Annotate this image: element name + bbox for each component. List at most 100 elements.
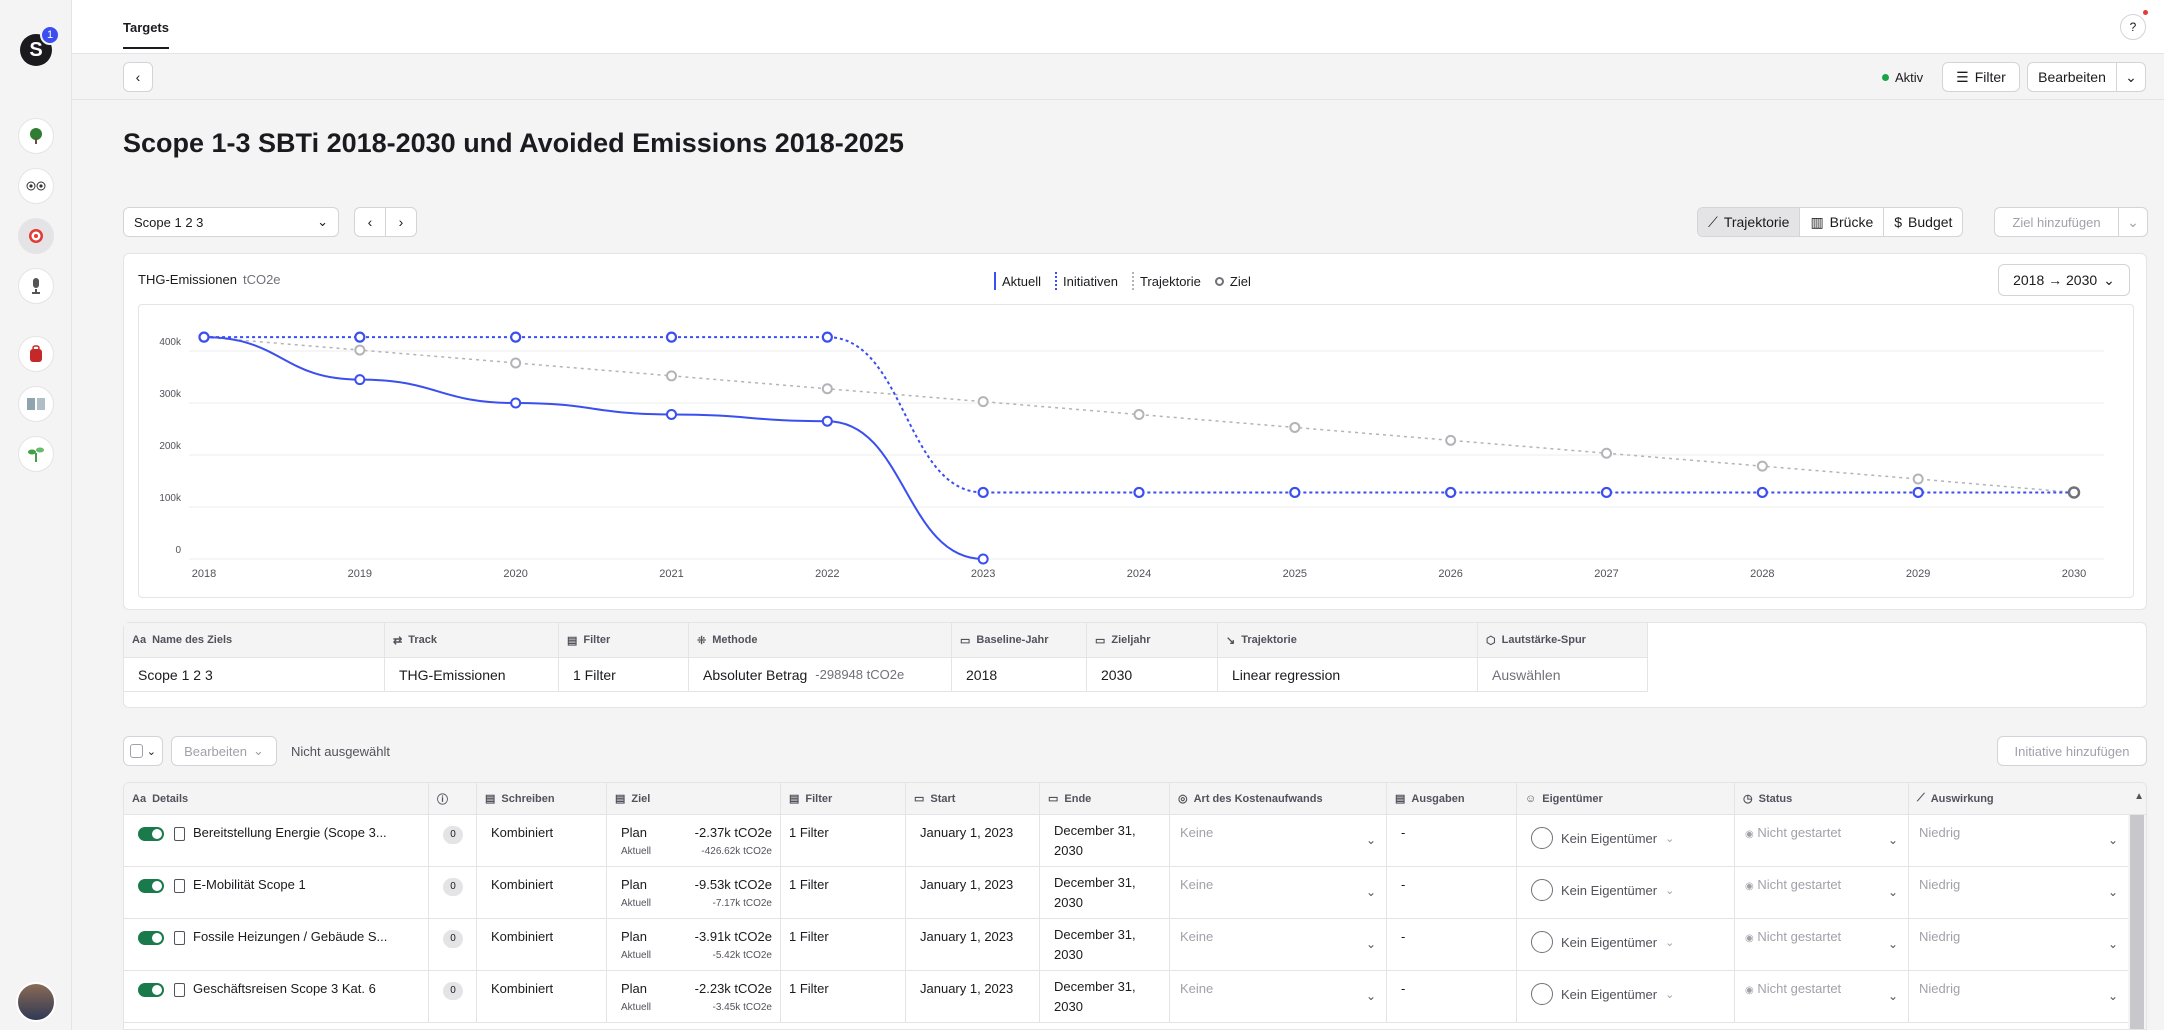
param-value[interactable]: 2030 (1087, 658, 1217, 692)
cell-impact[interactable]: Niedrig ⌄ (1909, 971, 2146, 1022)
table-row[interactable]: Fossile Heizungen / Gebäude S... 0 Kombi… (124, 919, 2146, 971)
next-goal-button[interactable]: › (385, 207, 417, 237)
cell-impact[interactable]: Niedrig ⌄ (1909, 919, 2146, 970)
table-scrollbar[interactable] (2128, 815, 2146, 1029)
initiative-name[interactable]: E-Mobilität Scope 1 (193, 877, 306, 892)
seedling-icon[interactable] (18, 436, 54, 472)
legend-trajektorie[interactable]: Trajektorie (1131, 272, 1201, 290)
cell-end[interactable]: December 31, 2030 (1040, 919, 1170, 970)
table-row[interactable]: E-Mobilität Scope 1 0 Kombiniert Plan -9.… (124, 867, 2146, 919)
view-trajektorie[interactable]: ⟋ Trajektorie (1698, 208, 1801, 236)
owner-picker[interactable]: Kein Eigentümer ⌄ (1531, 879, 1726, 901)
cell-impact[interactable]: Niedrig ⌄ (1909, 815, 2146, 866)
owner-picker[interactable]: Kein Eigentümer ⌄ (1531, 827, 1726, 849)
view-budget[interactable]: $ Budget (1884, 208, 1962, 236)
active-toggle[interactable] (138, 930, 164, 945)
cell-cost-type[interactable]: Keine ⌄ (1170, 815, 1387, 866)
owner-picker[interactable]: Kein Eigentümer ⌄ (1531, 983, 1726, 1005)
param-value[interactable]: Auswählen (1478, 658, 1647, 692)
select-all-checkbox[interactable]: ⌄ (123, 736, 163, 766)
cell-cost-type[interactable]: Keine ⌄ (1170, 919, 1387, 970)
col-cost-type[interactable]: ◎ Art des Kostenaufwands (1170, 783, 1387, 814)
year-range-select[interactable]: 2018 → 2030 ⌄ (1998, 264, 2130, 296)
col-goal[interactable]: ▤ Ziel (607, 783, 781, 814)
cell-owner[interactable]: Kein Eigentümer ⌄ (1517, 867, 1735, 918)
cell-goal[interactable]: Plan -2.37k tCO2e Aktuell -426.62k tCO2e (607, 815, 781, 866)
cell-spend[interactable]: - (1387, 867, 1517, 918)
param-value[interactable]: Scope 1 2 3 (124, 658, 384, 692)
cell-owner[interactable]: Kein Eigentümer ⌄ (1517, 971, 1735, 1022)
cell-start[interactable]: January 1, 2023 (906, 815, 1040, 866)
cell-spend[interactable]: - (1387, 971, 1517, 1022)
cell-filter[interactable]: 1 Filter (781, 867, 906, 918)
cell-end[interactable]: December 31, 2030 (1040, 867, 1170, 918)
filter-button[interactable]: ☰ Filter (1942, 62, 2020, 92)
col-write[interactable]: ▤ Schreiben (477, 783, 607, 814)
cell-goal[interactable]: Plan -9.53k tCO2e Aktuell -7.17k tCO2e (607, 867, 781, 918)
microphone-icon[interactable] (18, 268, 54, 304)
tab-targets[interactable]: Targets (123, 20, 169, 49)
cell-spend[interactable]: - (1387, 919, 1517, 970)
user-avatar[interactable] (16, 982, 56, 1022)
prev-goal-button[interactable]: ‹ (354, 207, 386, 237)
active-toggle[interactable] (138, 982, 164, 997)
cell-status[interactable]: ◉ Nicht gestartet ⌄ (1735, 815, 1909, 866)
cell-status[interactable]: ◉ Nicht gestartet ⌄ (1735, 919, 1909, 970)
cell-spend[interactable]: - (1387, 815, 1517, 866)
tree-icon[interactable] (18, 118, 54, 154)
edit-dropdown-button[interactable]: ⌄ (2116, 62, 2146, 92)
cell-write[interactable]: Kombiniert (477, 867, 607, 918)
col-filter[interactable]: ▤ Filter (781, 783, 906, 814)
cell-owner[interactable]: Kein Eigentümer ⌄ (1517, 815, 1735, 866)
col-info[interactable]: ⓘ (429, 783, 477, 814)
eyes-icon[interactable] (18, 168, 54, 204)
col-status[interactable]: ◷ Status (1735, 783, 1909, 814)
cell-write[interactable]: Kombiniert (477, 919, 607, 970)
cell-status[interactable]: ◉ Nicht gestartet ⌄ (1735, 867, 1909, 918)
initiative-name[interactable]: Geschäftsreisen Scope 3 Kat. 6 (193, 981, 376, 996)
cell-write[interactable]: Kombiniert (477, 815, 607, 866)
view-bruecke[interactable]: ▥ Brücke (1800, 208, 1885, 236)
book-icon[interactable] (18, 386, 54, 422)
param-value[interactable]: 1 Filter (559, 658, 688, 692)
backpack-icon[interactable] (18, 336, 54, 372)
cell-start[interactable]: January 1, 2023 (906, 919, 1040, 970)
back-button[interactable]: ‹ (123, 62, 153, 92)
cell-end[interactable]: December 31, 2030 (1040, 815, 1170, 866)
add-goal-button[interactable]: Ziel hinzufügen (1994, 207, 2119, 237)
cell-filter[interactable]: 1 Filter (781, 815, 906, 866)
cell-end[interactable]: December 31, 2030 (1040, 971, 1170, 1022)
add-goal-dropdown[interactable]: ⌄ (2118, 207, 2148, 237)
target-icon[interactable] (18, 218, 54, 254)
cell-start[interactable]: January 1, 2023 (906, 867, 1040, 918)
table-row[interactable]: Geschäftsreisen Scope 3 Kat. 6 0 Kombini… (124, 971, 2146, 1023)
legend-aktuell[interactable]: Aktuell (994, 272, 1041, 290)
sort-up-icon[interactable]: ▲ (2134, 791, 2144, 802)
table-row[interactable]: Bereitstellung Energie (Scope 3... 0 Kom… (124, 815, 2146, 867)
col-end[interactable]: ▭ Ende (1040, 783, 1170, 814)
col-details[interactable]: Aa Details (124, 783, 429, 814)
legend-initiativen[interactable]: Initiativen (1055, 272, 1118, 290)
col-impact[interactable]: ⟋ Auswirkung ▲ (1909, 783, 2146, 814)
param-value[interactable]: Linear regression (1218, 658, 1477, 692)
param-value[interactable]: 2018 (952, 658, 1086, 692)
param-value[interactable]: THG-Emissionen (385, 658, 558, 692)
cell-status[interactable]: ◉ Nicht gestartet ⌄ (1735, 971, 1909, 1022)
active-toggle[interactable] (138, 878, 164, 893)
bulk-edit-button[interactable]: Bearbeiten ⌄ (171, 736, 277, 766)
scrollbar-thumb[interactable] (2130, 815, 2144, 1029)
owner-picker[interactable]: Kein Eigentümer ⌄ (1531, 931, 1726, 953)
col-owner[interactable]: ☺ Eigentümer (1517, 783, 1735, 814)
col-spend[interactable]: ▤ Ausgaben (1387, 783, 1517, 814)
cell-goal[interactable]: Plan -2.23k tCO2e Aktuell -3.45k tCO2e (607, 971, 781, 1022)
initiative-name[interactable]: Bereitstellung Energie (Scope 3... (193, 825, 387, 840)
param-value[interactable]: Absoluter Betrag -298948 tCO2e (689, 658, 951, 692)
edit-button[interactable]: Bearbeiten (2027, 62, 2117, 92)
cell-filter[interactable]: 1 Filter (781, 919, 906, 970)
cell-owner[interactable]: Kein Eigentümer ⌄ (1517, 919, 1735, 970)
scope-select[interactable]: Scope 1 2 3 ⌄ (123, 207, 339, 237)
cell-cost-type[interactable]: Keine ⌄ (1170, 867, 1387, 918)
active-toggle[interactable] (138, 826, 164, 841)
add-initiative-button[interactable]: Initiative hinzufügen (1997, 736, 2147, 766)
cell-start[interactable]: January 1, 2023 (906, 971, 1040, 1022)
